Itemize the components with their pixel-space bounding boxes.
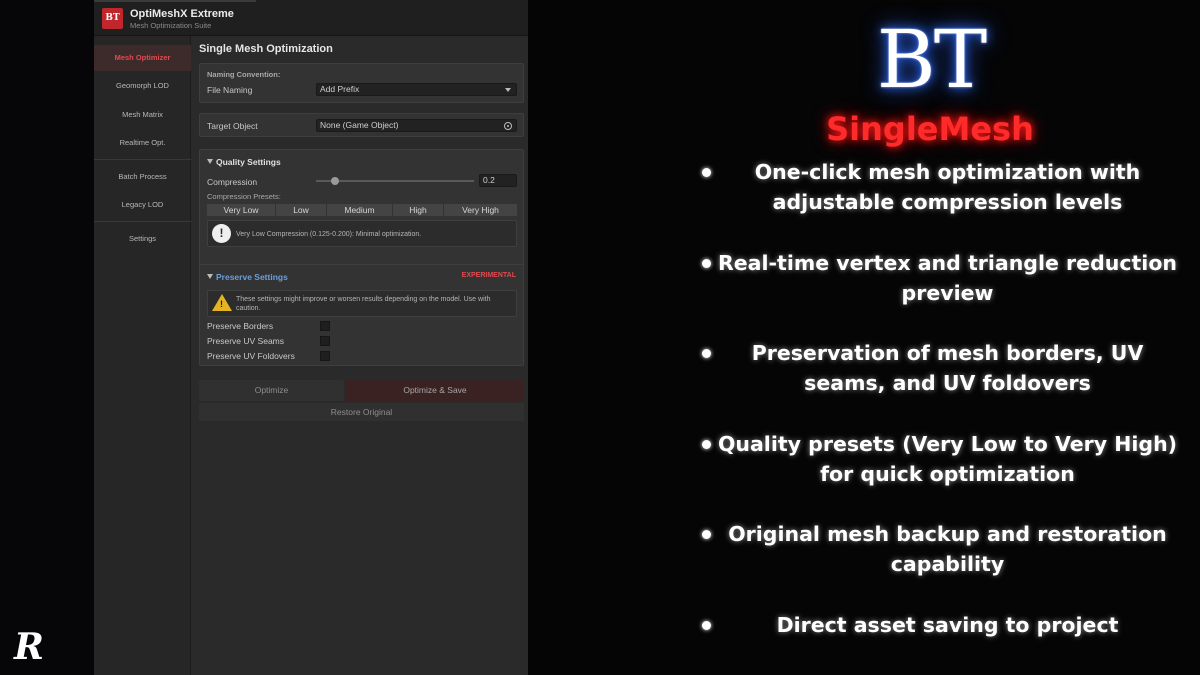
feature-item: Quality presets (Very Low to Very High) …	[705, 429, 1190, 489]
preserve-uv-seams-label: Preserve UV Seams	[207, 336, 284, 346]
compression-value-field[interactable]: 0.2	[479, 174, 517, 187]
sidebar-item-settings[interactable]: Settings	[94, 226, 191, 252]
sidebar-item-geomorph-lod[interactable]: Geomorph LOD	[94, 73, 191, 99]
restore-original-button[interactable]: Restore Original	[199, 403, 524, 421]
optimize-button[interactable]: Optimize	[199, 380, 344, 401]
feature-line: for quick optimization	[820, 462, 1075, 486]
target-panel: Target Object None (Game Object)	[199, 113, 524, 137]
feature-item: Direct asset saving to project	[705, 610, 1190, 640]
compression-label: Compression	[207, 177, 258, 187]
foldout-arrow-icon	[207, 274, 213, 279]
feature-line: Real-time vertex and triangle reduction	[717, 251, 1177, 275]
preserve-settings-title: Preserve Settings	[216, 272, 288, 282]
product-name: SingleMesh	[826, 110, 1034, 148]
page-title: Single Mesh Optimization	[199, 43, 333, 55]
sidebar: Mesh Optimizer Geomorph LOD Mesh Matrix …	[94, 36, 191, 675]
file-naming-value: Add Prefix	[320, 84, 360, 94]
foldout-arrow-icon	[207, 159, 213, 164]
sidebar-item-mesh-optimizer[interactable]: Mesh Optimizer	[94, 45, 191, 71]
object-picker-icon[interactable]	[504, 122, 512, 130]
compression-slider[interactable]	[316, 180, 474, 182]
feature-item: Original mesh backup and restoration cap…	[705, 519, 1190, 579]
feature-item: One-click mesh optimization with adjusta…	[705, 157, 1190, 217]
title-bar: BT OptiMeshX Extreme Mesh Optimization S…	[94, 0, 528, 36]
info-exclamation-icon: !	[212, 224, 231, 243]
feature-line: Original mesh backup and restoration	[728, 522, 1167, 546]
preserve-uv-seams-checkbox[interactable]	[320, 336, 330, 346]
target-object-field[interactable]: None (Game Object)	[316, 119, 517, 132]
bt-brand-logo: BT	[876, 13, 987, 106]
app-subtitle: Mesh Optimization Suite	[130, 21, 212, 30]
feature-line: seams, and UV foldovers	[804, 371, 1091, 395]
bt-logo-icon: BT	[102, 8, 123, 29]
compression-info-box: ! Very Low Compression (0.125-0.200): Mi…	[207, 220, 517, 247]
preserve-warning-box: ! These settings might improve or worsen…	[207, 290, 517, 317]
feature-line: adjustable compression levels	[772, 190, 1123, 214]
feature-line: Preservation of mesh borders, UV	[751, 341, 1144, 365]
sidebar-divider	[94, 159, 191, 160]
quality-settings-title: Quality Settings	[216, 157, 281, 167]
preserve-settings-header[interactable]: Preserve Settings	[207, 272, 288, 282]
warning-mark: !	[220, 299, 223, 309]
naming-panel: Naming Convention: File Naming Add Prefi…	[199, 63, 524, 103]
experimental-badge: EXPERIMENTAL	[461, 272, 516, 279]
r-corner-logo: R	[14, 626, 44, 668]
optimize-save-button[interactable]: Optimize & Save	[346, 380, 524, 401]
sidebar-item-batch-process[interactable]: Batch Process	[94, 164, 191, 190]
top-tab-strip	[94, 0, 256, 2]
feature-item: Preservation of mesh borders, UV seams, …	[705, 338, 1190, 398]
compression-presets-label: Compression Presets:	[207, 192, 281, 201]
compression-presets: Very Low Low Medium High Very High	[207, 204, 517, 216]
app-title: OptiMeshX Extreme	[130, 8, 234, 20]
quality-settings-header[interactable]: Quality Settings	[207, 157, 281, 167]
main-content: Single Mesh Optimization Naming Conventi…	[199, 36, 524, 675]
compression-slider-handle[interactable]	[330, 177, 339, 185]
target-object-value: None (Game Object)	[320, 120, 399, 130]
feature-line: capability	[890, 552, 1005, 576]
preset-high-button[interactable]: High	[393, 204, 443, 216]
preset-medium-button[interactable]: Medium	[327, 204, 392, 216]
compression-info-text: Very Low Compression (0.125-0.200): Mini…	[236, 231, 422, 238]
preset-very-high-button[interactable]: Very High	[444, 204, 517, 216]
chevron-down-icon	[505, 88, 511, 92]
feature-item: Real-time vertex and triangle reduction …	[705, 248, 1190, 308]
editor-window: BT OptiMeshX Extreme Mesh Optimization S…	[94, 0, 528, 675]
preserve-borders-label: Preserve Borders	[207, 321, 274, 331]
naming-convention-label: Naming Convention:	[207, 70, 281, 79]
preset-low-button[interactable]: Low	[276, 204, 326, 216]
feature-line: One-click mesh optimization with	[754, 160, 1141, 184]
sidebar-item-mesh-matrix[interactable]: Mesh Matrix	[94, 102, 191, 128]
sidebar-item-realtime-opt[interactable]: Realtime Opt.	[94, 130, 191, 156]
preserve-uv-foldovers-checkbox[interactable]	[320, 351, 330, 361]
target-object-label: Target Object	[207, 121, 258, 131]
feature-line: Quality presets (Very Low to Very High)	[717, 432, 1178, 456]
preserve-uv-foldovers-label: Preserve UV Foldovers	[207, 351, 295, 361]
preserve-settings-panel: Preserve Settings EXPERIMENTAL ! These s…	[199, 264, 524, 366]
preserve-warning-text: These settings might improve or worsen r…	[236, 296, 491, 312]
preserve-borders-checkbox[interactable]	[320, 321, 330, 331]
preset-very-low-button[interactable]: Very Low	[207, 204, 275, 216]
feature-line: Direct asset saving to project	[776, 613, 1119, 637]
file-naming-label: File Naming	[207, 85, 253, 95]
file-naming-dropdown[interactable]: Add Prefix	[316, 83, 517, 96]
sidebar-item-legacy-lod[interactable]: Legacy LOD	[94, 192, 191, 218]
sidebar-divider	[94, 221, 191, 222]
feature-line: preview	[901, 281, 994, 305]
